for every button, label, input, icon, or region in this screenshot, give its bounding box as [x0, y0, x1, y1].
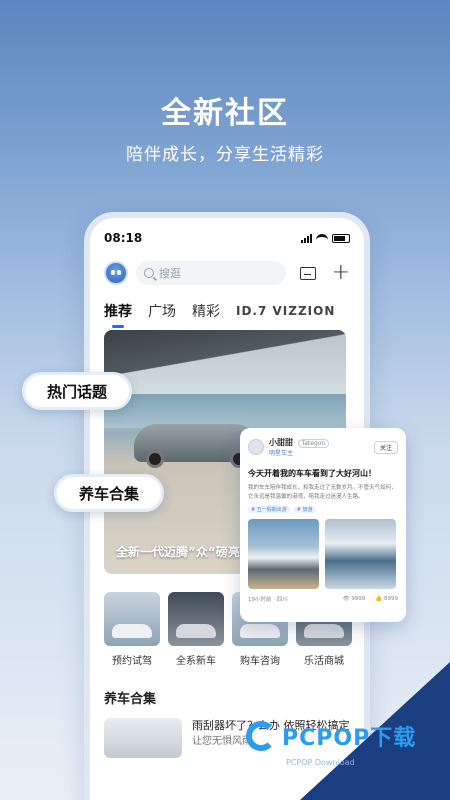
post-author-avatar[interactable]: [248, 439, 264, 455]
topic-chip[interactable]: # 五一假期出游: [248, 506, 290, 513]
banner-building: [104, 330, 346, 390]
quick-link-test-drive[interactable]: 预约试驾: [104, 592, 160, 667]
tab-recommend[interactable]: 推荐: [104, 301, 132, 328]
post-title: 今天开着我的车车看到了大好河山！: [248, 469, 376, 478]
plus-icon[interactable]: +: [332, 262, 350, 284]
like-count-value: 8999: [384, 596, 398, 602]
user-avatar[interactable]: [104, 261, 128, 285]
quick-link-label: 购车咨询: [240, 656, 280, 667]
post-card[interactable]: 小甜甜 Tategon 明星车主 关注 今天开着我的车车看到了大好河山！ 我的车…: [240, 428, 406, 622]
tab-highlights[interactable]: 精彩: [192, 301, 220, 321]
status-bar: 08:18: [104, 230, 350, 246]
post-author-role: 明星车主: [269, 450, 294, 457]
view-count: 👁 9999: [342, 596, 366, 602]
search-input[interactable]: 搜逛: [136, 261, 286, 285]
tab-square[interactable]: 广场: [148, 301, 176, 321]
view-count-value: 9999: [351, 596, 366, 602]
quick-link-image: [104, 592, 160, 646]
section-title: 养车合集: [104, 692, 157, 707]
post-images: [248, 519, 398, 589]
post-author-name[interactable]: 小甜甜: [269, 438, 293, 447]
status-icons: [301, 233, 350, 243]
post-header: 小甜甜 Tategon 明星车主 关注: [248, 436, 398, 458]
status-time: 08:18: [104, 231, 143, 245]
post-footer: 19小时前 · 四川 👁 9999 👍 8999: [248, 595, 398, 603]
search-icon: [144, 268, 154, 278]
watermark: PCPOP下载: [246, 720, 416, 752]
signal-icon: [301, 233, 312, 243]
like-count[interactable]: 👍 8999: [375, 596, 398, 602]
quick-link-image: [168, 592, 224, 646]
car-care-pill[interactable]: 养车合集: [54, 474, 164, 512]
top-bar: 搜逛 +: [104, 260, 350, 286]
quick-link-label: 预约试驾: [112, 656, 152, 667]
post-topics: # 五一假期出游 # 旅游: [248, 506, 398, 513]
watermark-logo-icon: [246, 721, 276, 751]
quick-link-new-cars[interactable]: 全系新车: [168, 592, 224, 667]
search-placeholder: 搜逛: [159, 267, 181, 280]
tab-bar: 推荐 广场 精彩 ID.7 VIZZION: [104, 298, 360, 328]
watermark-brand: PCPOP下载: [282, 726, 417, 751]
battery-icon: [332, 233, 350, 243]
article-thumbnail: [104, 718, 182, 758]
hot-topics-pill[interactable]: 热门话题: [22, 372, 132, 410]
topic-chip[interactable]: # 旅游: [293, 506, 316, 513]
hero-title: 全新社区: [161, 96, 289, 131]
tab-id7-vizzion[interactable]: ID.7 VIZZION: [236, 304, 335, 318]
post-time: 19小时前 · 四川: [248, 597, 288, 603]
post-author-tag: Tategon: [297, 439, 330, 448]
quick-link-label: 全系新车: [176, 656, 216, 667]
hero-subtitle: 陪伴成长，分享生活精彩: [126, 145, 324, 165]
message-icon[interactable]: [299, 266, 316, 280]
post-body: 我的车车陪伴我成长，和我走过了无数岁月。不管天气如何，它永远是我温馨的港湾，陪我…: [248, 485, 397, 500]
follow-button[interactable]: 关注: [373, 440, 398, 454]
watermark-sub: PCPOP Download: [286, 758, 355, 767]
post-image-mountain[interactable]: [248, 519, 319, 589]
banner-caption: 全新一代迈腾”众“磅亮相: [116, 545, 252, 559]
wifi-icon: [316, 233, 328, 243]
banner-water: [104, 394, 346, 428]
car-wheel-front: [146, 450, 164, 468]
post-image-snow-trees[interactable]: [325, 519, 396, 589]
